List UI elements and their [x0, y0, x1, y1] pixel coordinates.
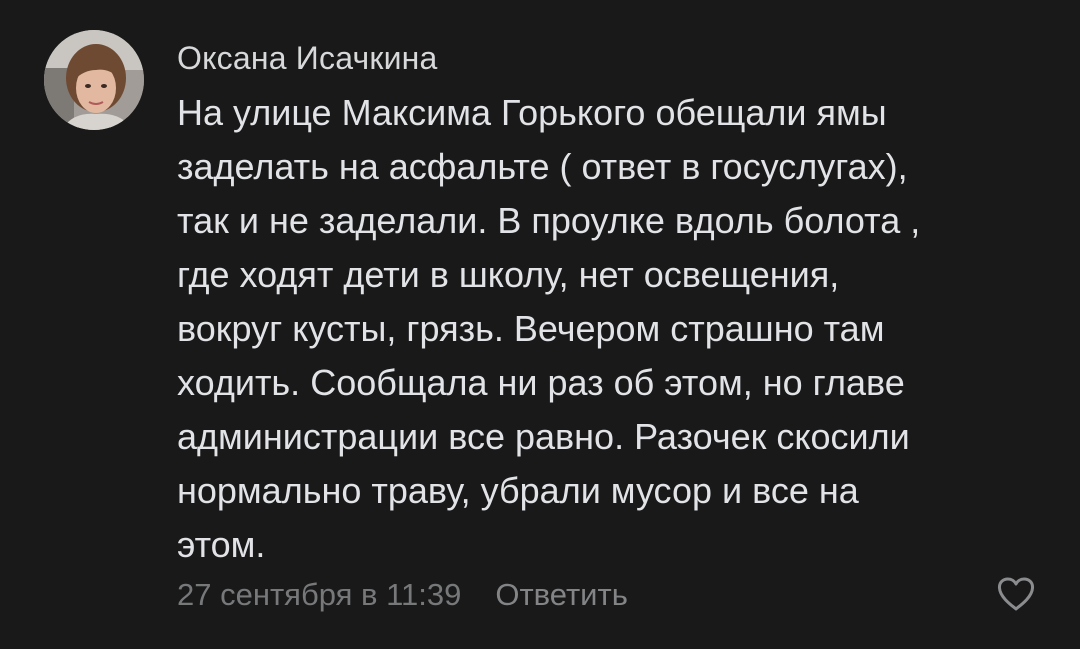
author-name[interactable]: Оксана Исачкина	[177, 38, 438, 78]
comment-text-line: На улице Максима Горького обещали ямы	[177, 92, 887, 133]
comment-text-line: где ходят дети в школу, нет освещения,	[177, 254, 840, 295]
comment-text: На улице Максима Горького обещали ямы за…	[177, 86, 1057, 572]
comment-meta: 27 сентября в 11:39 Ответить	[177, 575, 628, 615]
comment-timestamp: 27 сентября в 11:39	[177, 577, 462, 612]
heart-outline-icon	[997, 577, 1035, 611]
like-button[interactable]	[996, 576, 1036, 612]
comment-text-line: администрации все равно. Разочек скосили	[177, 416, 910, 457]
comment-text-line: заделать на асфальте ( ответ в госуслуга…	[177, 146, 908, 187]
comment-text-line: вокруг кусты, грязь. Вечером страшно там	[177, 308, 885, 349]
avatar[interactable]	[44, 30, 144, 130]
comment-text-line: так и не заделали. В проулке вдоль болот…	[177, 200, 921, 241]
comment-text-line: нормально траву, убрали мусор и все на	[177, 470, 859, 511]
avatar-photo-icon	[44, 30, 144, 130]
comment-text-line: ходить. Сообщала ни раз об этом, но глав…	[177, 362, 905, 403]
comment-text-line: этом.	[177, 524, 266, 565]
comment-item: Оксана Исачкина На улице Максима Горьког…	[0, 0, 1080, 649]
reply-button[interactable]: Ответить	[495, 577, 628, 613]
